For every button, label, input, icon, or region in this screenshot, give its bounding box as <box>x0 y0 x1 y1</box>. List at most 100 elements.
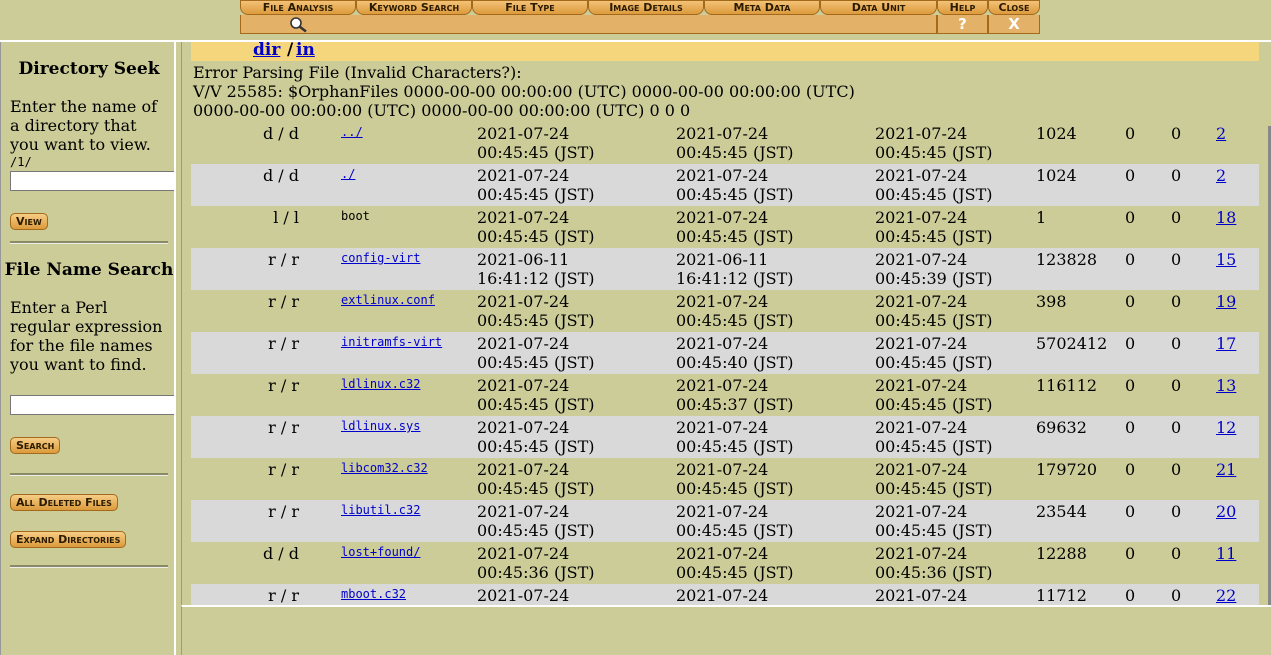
meta-link[interactable]: 21 <box>1216 460 1236 479</box>
file-name-cell[interactable]: ldlinux.c32 <box>341 377 420 391</box>
uid-cell: 0 <box>1125 460 1135 479</box>
meta-link[interactable]: 12 <box>1216 418 1236 437</box>
size-cell: 12288 <box>1036 544 1087 563</box>
date-cell: 2021-07-24 00:45:45 (JST) <box>676 460 793 498</box>
uid-text: 0 <box>1125 544 1136 563</box>
date-cell: 2021-07-24 00:45:45 (JST) <box>477 292 594 330</box>
file-name-link[interactable]: ../ <box>341 125 363 139</box>
tab-keyword-search[interactable]: Keyword Search <box>356 0 472 15</box>
file-name-link[interactable]: ldlinux.c32 <box>341 377 420 391</box>
date-cell: 2021-07-24 00:45:45 (JST) <box>875 502 992 540</box>
file-name-cell[interactable]: config-virt <box>341 251 420 265</box>
all-deleted-files-button[interactable]: All Deleted Files <box>10 494 118 511</box>
date-text: 2021-07-24 <box>875 460 968 479</box>
meta-link[interactable]: 2 <box>1216 166 1226 185</box>
gid-cell: 0 <box>1171 250 1181 269</box>
meta-link[interactable]: 13 <box>1216 376 1236 395</box>
tab-file-type[interactable]: File Type <box>472 0 588 15</box>
divider <box>10 473 168 476</box>
file-name-cell[interactable]: mboot.c32 <box>341 587 406 601</box>
date-text: 2021-07-24 <box>477 502 570 521</box>
meta-cell[interactable]: 18 <box>1216 208 1236 227</box>
meta-cell[interactable]: 15 <box>1216 250 1236 269</box>
help-question-icon[interactable]: ? <box>937 15 988 34</box>
file-type-cell: d / d <box>191 544 299 563</box>
meta-cell[interactable]: 13 <box>1216 376 1236 395</box>
file-name-link[interactable]: ldlinux.sys <box>341 419 420 433</box>
file-name-cell[interactable]: initramfs-virt <box>341 335 442 349</box>
gid-cell: 0 <box>1171 418 1181 437</box>
file-name-link[interactable]: config-virt <box>341 251 420 265</box>
file-name-link[interactable]: initramfs-virt <box>341 335 442 349</box>
meta-link[interactable]: 22 <box>1216 586 1236 605</box>
meta-cell[interactable]: 2 <box>1216 166 1226 185</box>
uid-cell: 0 <box>1125 124 1135 143</box>
date-text: 2021-07-24 <box>875 502 968 521</box>
current-path-label: /1/ <box>10 155 32 169</box>
file-name-link[interactable]: mboot.c32 <box>341 587 406 601</box>
tab-image-details[interactable]: Image Details <box>588 0 704 15</box>
file-name-cell[interactable]: ldlinux.sys <box>341 419 420 433</box>
directory-input[interactable] <box>10 171 174 191</box>
time-text: 00:45:45 (JST) <box>477 143 595 162</box>
time-text: 00:45:45 (JST) <box>676 227 794 246</box>
size-text: 179720 <box>1036 460 1098 479</box>
date-text: 2021-07-24 <box>676 460 769 479</box>
file-type-text: d / d <box>262 166 299 185</box>
tab-data-unit[interactable]: Data Unit <box>820 0 937 15</box>
meta-link[interactable]: 15 <box>1216 250 1236 269</box>
file-name-link[interactable]: libutil.c32 <box>341 503 420 517</box>
file-name-cell[interactable]: ../ <box>341 125 363 139</box>
tab-file-analysis[interactable]: File Analysis <box>240 0 356 15</box>
date-text: 2021-06-11 <box>676 250 769 269</box>
path-link-dir[interactable]: dir <box>253 42 280 60</box>
size-cell: 69632 <box>1036 418 1087 437</box>
file-name-link[interactable]: extlinux.conf <box>341 293 435 307</box>
view-button[interactable]: View <box>10 213 48 230</box>
date-cell: 2021-06-11 16:41:12 (JST) <box>477 250 594 288</box>
file-name-cell[interactable]: lost+found/ <box>341 545 420 559</box>
table-row: d / d lost+found/2021-07-24 00:45:36 (JST)… <box>191 542 1259 584</box>
uid-cell: 0 <box>1125 586 1135 605</box>
meta-cell[interactable]: 22 <box>1216 586 1236 605</box>
meta-link[interactable]: 17 <box>1216 334 1236 353</box>
file-name-search-input[interactable] <box>10 395 174 415</box>
file-name-cell[interactable]: ./ <box>341 167 355 181</box>
gid-cell: 0 <box>1171 208 1181 227</box>
meta-cell[interactable]: 12 <box>1216 418 1236 437</box>
time-text: 00:45:45 (JST) <box>875 437 993 456</box>
path-link-in[interactable]: in <box>296 42 315 60</box>
meta-cell[interactable]: 20 <box>1216 502 1236 521</box>
file-type-text: r / r <box>268 418 299 437</box>
meta-link[interactable]: 11 <box>1216 544 1236 563</box>
meta-cell[interactable]: 2 <box>1216 124 1226 143</box>
search-button[interactable]: Search <box>10 437 61 454</box>
file-name-link[interactable]: ./ <box>341 167 355 181</box>
error-message: Error Parsing File (Invalid Characters?)… <box>193 63 1263 120</box>
meta-cell[interactable]: 17 <box>1216 334 1236 353</box>
tab-help[interactable]: Help <box>937 0 988 15</box>
tab-close[interactable]: Close <box>988 0 1040 15</box>
meta-link[interactable]: 2 <box>1216 124 1226 143</box>
date-text: 2021-07-24 <box>875 250 968 269</box>
meta-cell[interactable]: 19 <box>1216 292 1236 311</box>
meta-cell[interactable]: 21 <box>1216 460 1236 479</box>
file-type-text: r / r <box>268 460 299 479</box>
time-text: 00:45:45 (JST) <box>477 227 595 246</box>
size-text: 398 <box>1036 292 1067 311</box>
tab-meta-data[interactable]: Meta Data <box>704 0 820 15</box>
directory-seek-title: Directory Seek <box>18 59 160 79</box>
expand-directories-button[interactable]: Expand Directories <box>10 531 127 548</box>
file-name-link[interactable]: lost+found/ <box>341 545 420 559</box>
meta-cell[interactable]: 11 <box>1216 544 1236 563</box>
close-x-icon[interactable]: X <box>988 15 1040 34</box>
path-separator: / <box>287 42 294 60</box>
meta-link[interactable]: 19 <box>1216 292 1236 311</box>
date-text: 2021-07-24 <box>676 586 769 605</box>
file-name-link[interactable]: libcom32.c32 <box>341 461 428 475</box>
file-name-cell[interactable]: libutil.c32 <box>341 503 420 517</box>
meta-link[interactable]: 20 <box>1216 502 1236 521</box>
meta-link[interactable]: 18 <box>1216 208 1236 227</box>
file-name-cell[interactable]: libcom32.c32 <box>341 461 428 475</box>
file-name-cell[interactable]: extlinux.conf <box>341 293 435 307</box>
